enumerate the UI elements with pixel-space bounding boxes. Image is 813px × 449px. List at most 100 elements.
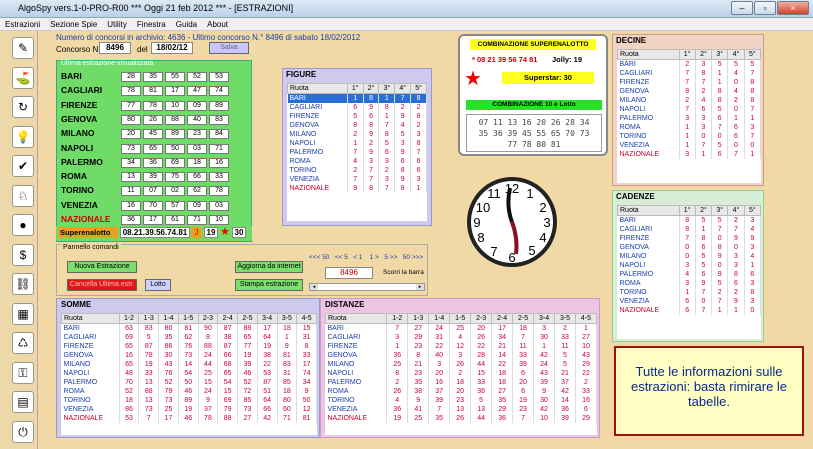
table-row[interactable]: VENEZIA 36 41 7 13 13 29 23 42 36 6 xyxy=(325,405,598,414)
column-header[interactable]: 1° xyxy=(678,205,696,216)
table-row[interactable]: MILANO 65 19 43 14 44 68 39 22 83 17 xyxy=(61,360,317,369)
aggiorna-button[interactable]: Aggiorna da internet xyxy=(235,261,303,273)
table-row[interactable]: BARI 7 27 24 25 20 17 18 3 2 1 xyxy=(325,323,598,333)
column-header[interactable]: 5° xyxy=(743,49,762,60)
table-row[interactable]: FIRENZE 65 87 86 76 88 87 77 19 9 8 xyxy=(61,342,317,351)
table-row[interactable]: VENEZIA 7 7 3 9 3 xyxy=(287,175,427,184)
menu-utility[interactable]: Utility xyxy=(102,18,132,31)
table-row[interactable]: MILANO 0 5 9 3 4 xyxy=(617,252,762,261)
table-row[interactable]: VENEZIA 6 0 7 9 3 xyxy=(617,297,762,306)
table-row[interactable]: MILANO 25 21 3 26 44 22 39 24 5 29 xyxy=(325,360,598,369)
table-row[interactable]: ROMA 52 88 79 46 24 15 72 51 18 9 xyxy=(61,387,317,396)
table-row[interactable]: GENOVA 36 8 40 3 28 14 33 42 5 43 xyxy=(325,351,598,360)
table-row[interactable]: NAPOLI 48 33 76 54 25 65 46 53 31 74 xyxy=(61,369,317,378)
scroll-left-icon[interactable]: ◂ xyxy=(310,284,318,290)
column-header[interactable]: Ruota xyxy=(324,313,388,324)
column-header[interactable]: 4° xyxy=(727,205,745,216)
maximize-button[interactable]: ▫ xyxy=(754,1,776,15)
table-row[interactable]: GENOVA 8 8 7 4 2 xyxy=(287,121,427,130)
network-icon[interactable]: ⛓ xyxy=(12,273,34,295)
scroll-right-icon[interactable]: ▸ xyxy=(416,284,424,290)
table-row[interactable]: ROMA 26 38 37 20 36 27 6 9 42 33 xyxy=(325,387,598,396)
table-row[interactable]: NAZIONALE 3 1 6 7 1 xyxy=(617,150,762,159)
scrollbar[interactable]: ◂ ▸ xyxy=(309,283,425,291)
table-row[interactable]: GENOVA 8 2 8 4 8 xyxy=(617,87,762,96)
column-header[interactable]: 1° xyxy=(346,83,364,94)
table-row[interactable]: BARI 1 8 1 7 8 xyxy=(287,93,427,103)
table-row[interactable]: CAGLIARI 7 8 1 4 7 xyxy=(617,69,762,78)
table-row[interactable]: ROMA 1 3 7 6 3 xyxy=(617,123,762,132)
table-row[interactable]: PALERMO 3 3 6 1 1 xyxy=(617,114,762,123)
minimize-button[interactable]: – xyxy=(731,1,753,15)
table-row[interactable]: VENEZIA 86 73 25 19 37 79 73 66 60 12 xyxy=(61,405,317,414)
column-header[interactable]: 2° xyxy=(694,205,713,216)
column-header[interactable]: 3-5 xyxy=(554,313,576,324)
column-header[interactable]: 1-3 xyxy=(407,313,430,324)
table-row[interactable]: MILANO 2 9 8 5 3 xyxy=(287,130,427,139)
close-button[interactable]: × xyxy=(777,1,809,15)
menu-estrazioni[interactable]: Estrazioni xyxy=(0,18,45,31)
column-header[interactable]: Ruota xyxy=(617,49,680,60)
table-row[interactable]: TORINO 4 9 39 23 5 35 19 30 14 16 xyxy=(325,396,598,405)
table-row[interactable]: NAZIONALE 19 25 35 26 44 36 7 10 39 29 xyxy=(325,414,598,423)
lottery-icon[interactable]: ⛳ xyxy=(12,66,34,89)
table-row[interactable]: TORINO 1 0 0 6 7 xyxy=(617,132,762,141)
menu-finestra[interactable]: Finestra xyxy=(132,18,171,31)
table-row[interactable]: CAGLIARI 6 9 8 2 2 xyxy=(287,103,427,112)
column-header[interactable]: 2-4 xyxy=(491,313,514,324)
table-row[interactable]: FIRENZE 5 6 1 9 8 xyxy=(287,112,427,121)
table-row[interactable]: NAPOLI 1 2 5 3 8 xyxy=(287,139,427,148)
column-header[interactable]: 1-5 xyxy=(177,313,199,324)
table-row[interactable]: GENOVA 0 6 8 0 3 xyxy=(617,243,762,252)
table-row[interactable]: BARI 63 83 80 81 90 87 88 17 18 15 xyxy=(61,323,317,333)
navigation-links[interactable]: <<< 50 << 5 < 1 1 > 5 >> 50 >>> xyxy=(309,254,423,261)
table-row[interactable]: TORINO 18 13 73 89 9 69 85 64 80 50 xyxy=(61,396,317,405)
column-header[interactable]: 1-3 xyxy=(138,313,160,324)
table-row[interactable]: NAZIONALE 6 7 1 1 0 xyxy=(617,306,762,315)
pen-icon[interactable]: ✎ xyxy=(12,37,34,59)
refresh-icon[interactable]: ↻ xyxy=(12,96,34,118)
column-header[interactable]: 3° xyxy=(711,205,729,216)
ball-icon[interactable]: ● xyxy=(12,214,34,236)
column-header[interactable]: 1-2 xyxy=(386,313,409,324)
column-header[interactable]: 4-5 xyxy=(574,313,598,324)
menu-about[interactable]: About xyxy=(202,18,233,31)
column-header[interactable]: 2° xyxy=(362,83,380,94)
column-header[interactable]: 2-3 xyxy=(470,313,493,324)
table-row[interactable]: CAGLIARI 3 29 31 4 26 34 7 30 33 27 xyxy=(325,333,598,342)
column-header[interactable]: 3° xyxy=(378,83,396,94)
column-header[interactable]: 1-4 xyxy=(428,313,451,324)
column-header[interactable]: Ruota xyxy=(617,205,680,216)
spy-icon[interactable]: ♘ xyxy=(12,184,34,207)
menu-guida[interactable]: Guida xyxy=(171,18,202,31)
date-field[interactable]: 18/02/12 xyxy=(151,42,193,54)
column-header[interactable]: Ruota xyxy=(61,313,120,324)
column-header[interactable]: 5° xyxy=(743,205,762,216)
column-header[interactable]: 1-2 xyxy=(118,313,140,324)
table-row[interactable]: NAZIONALE 9 8 7 8 1 xyxy=(287,184,427,193)
table-row[interactable]: ROMA 4 3 3 6 6 xyxy=(287,157,427,166)
lock-icon[interactable]: ⚿ xyxy=(12,361,34,384)
column-header[interactable]: 1° xyxy=(678,49,696,60)
column-header[interactable]: 5° xyxy=(410,83,427,94)
table-row[interactable]: FIRENZE 7 7 1 0 8 xyxy=(617,78,762,87)
menu-sezione-spie[interactable]: Sezione Spie xyxy=(45,18,102,31)
table-row[interactable]: VENEZIA 1 7 5 0 0 xyxy=(617,141,762,150)
table-row[interactable]: PALERMO 70 13 52 50 15 54 52 87 85 34 xyxy=(61,378,317,387)
table-row[interactable]: MILANO 2 4 8 2 8 xyxy=(617,96,762,105)
column-header[interactable]: 3-4 xyxy=(256,313,278,324)
table-row[interactable]: FIRENZE 7 8 0 9 9 xyxy=(617,234,762,243)
column-header[interactable]: 1-5 xyxy=(449,313,472,324)
table-row[interactable]: GENOVA 16 78 30 73 24 66 19 38 81 33 xyxy=(61,351,317,360)
column-header[interactable]: 3-5 xyxy=(276,313,298,324)
table-row[interactable]: ROMA 3 9 5 6 3 xyxy=(617,279,762,288)
money-icon[interactable]: $ xyxy=(12,243,34,266)
column-header[interactable]: 1-4 xyxy=(158,313,179,324)
book-icon[interactable]: ▤ xyxy=(12,391,34,413)
table-row[interactable]: PALERMO 2 35 16 18 33 18 20 39 37 2 xyxy=(325,378,598,387)
column-header[interactable]: 2-5 xyxy=(237,313,258,324)
column-header[interactable]: 3° xyxy=(711,49,729,60)
table-row[interactable]: BARI 2 3 5 5 5 xyxy=(617,59,762,69)
table-row[interactable]: TORINO 1 7 2 2 8 xyxy=(617,288,762,297)
table-row[interactable]: CAGLIARI 69 5 35 62 8 38 65 64 1 31 xyxy=(61,333,317,342)
